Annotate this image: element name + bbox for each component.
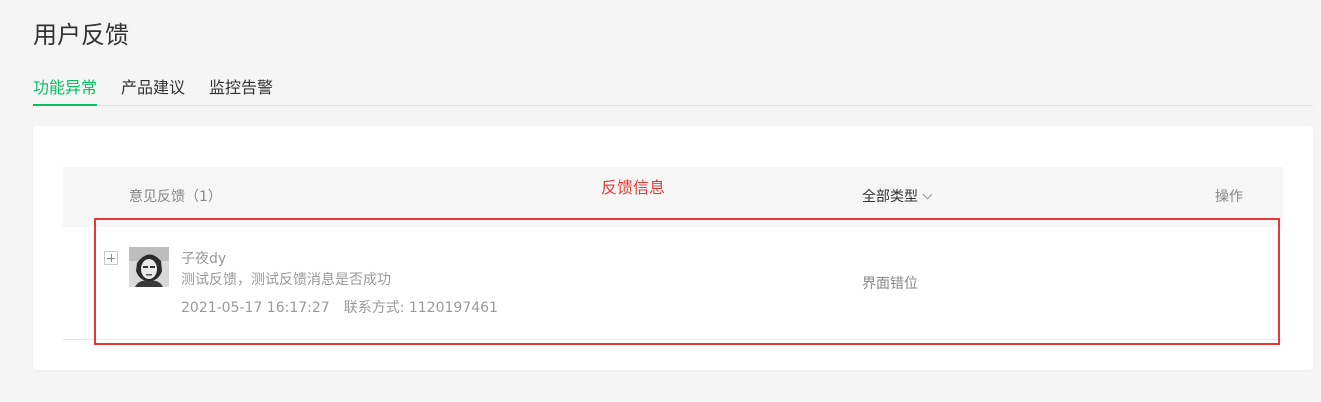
expand-row-button[interactable]: [104, 251, 118, 265]
tab-monitor-alert[interactable]: 监控告警: [209, 74, 273, 105]
feedback-contact: 联系方式: 1120197461: [343, 300, 498, 316]
table-row: 子夜dy 测试反馈，测试反馈消息是否成功 2021-05-17 16:17:27…: [63, 227, 1283, 340]
feedback-type: 界面错位: [862, 276, 918, 292]
column-header-action: 操作: [1215, 189, 1243, 205]
chevron-down-icon: [922, 189, 933, 200]
annotation-label: 反馈信息: [601, 178, 666, 197]
type-filter-dropdown[interactable]: 全部类型: [862, 187, 933, 207]
user-name: 子夜dy: [181, 251, 227, 267]
feedback-card: 意见反馈（1） 全部类型 操作 反馈信息 子夜dy 测试反馈，测试反馈消息是否成…: [33, 126, 1313, 370]
table-header: 意见反馈（1） 全部类型 操作: [63, 167, 1283, 227]
feedback-meta: 2021-05-17 16:17:27 联系方式: 1120197461: [181, 298, 498, 318]
feedback-message: 测试反馈，测试反馈消息是否成功: [181, 272, 391, 288]
page-title: 用户反馈: [33, 21, 129, 49]
tab-bar: 功能异常 产品建议 监控告警: [33, 74, 1313, 106]
avatar-image-icon: [129, 247, 169, 287]
type-filter-label: 全部类型: [862, 189, 918, 205]
tab-product-suggestion[interactable]: 产品建议: [121, 74, 185, 105]
tab-function-error[interactable]: 功能异常: [33, 74, 98, 106]
column-header-feedback: 意见反馈（1）: [129, 189, 222, 205]
feedback-datetime: 2021-05-17 16:17:27: [181, 300, 330, 316]
avatar: [129, 247, 169, 287]
